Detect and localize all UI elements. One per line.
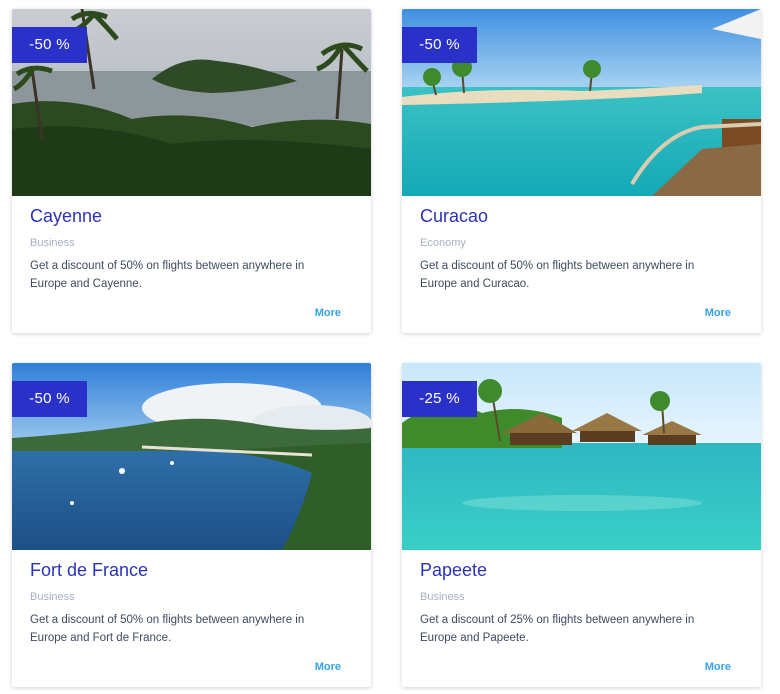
offer-description: Get a discount of 50% on flights between… (30, 260, 305, 290)
more-link[interactable]: More (705, 661, 731, 673)
offer-description: Get a discount of 50% on flights between… (420, 260, 695, 290)
discount-badge: -25 % (402, 381, 477, 417)
offer-card[interactable]: -50 % Fort de France Business Get a disc… (12, 363, 371, 687)
offer-description: Get a discount of 50% on flights between… (30, 614, 305, 644)
more-link[interactable]: More (315, 661, 341, 673)
more-link[interactable]: More (315, 307, 341, 319)
discount-badge: -50 % (12, 27, 87, 63)
destination-title[interactable]: Papeete (420, 560, 487, 581)
travel-class: Business (420, 591, 465, 603)
travel-class: Business (30, 237, 75, 249)
discount-badge: -50 % (402, 27, 477, 63)
offer-description: Get a discount of 25% on flights between… (420, 614, 695, 644)
offer-card[interactable]: -50 % Curacao Economy Get a discount of … (402, 9, 761, 333)
offer-card[interactable]: -50 % Cayenne Business Get a discount of… (12, 9, 371, 333)
destination-title[interactable]: Cayenne (30, 206, 102, 227)
more-link[interactable]: More (705, 307, 731, 319)
destination-title[interactable]: Curacao (420, 206, 488, 227)
travel-class: Business (30, 591, 75, 603)
discount-badge: -50 % (12, 381, 87, 417)
travel-class: Economy (420, 237, 466, 249)
offer-card[interactable]: -25 % Papeete Business Get a discount of… (402, 363, 761, 687)
destination-title[interactable]: Fort de France (30, 560, 148, 581)
